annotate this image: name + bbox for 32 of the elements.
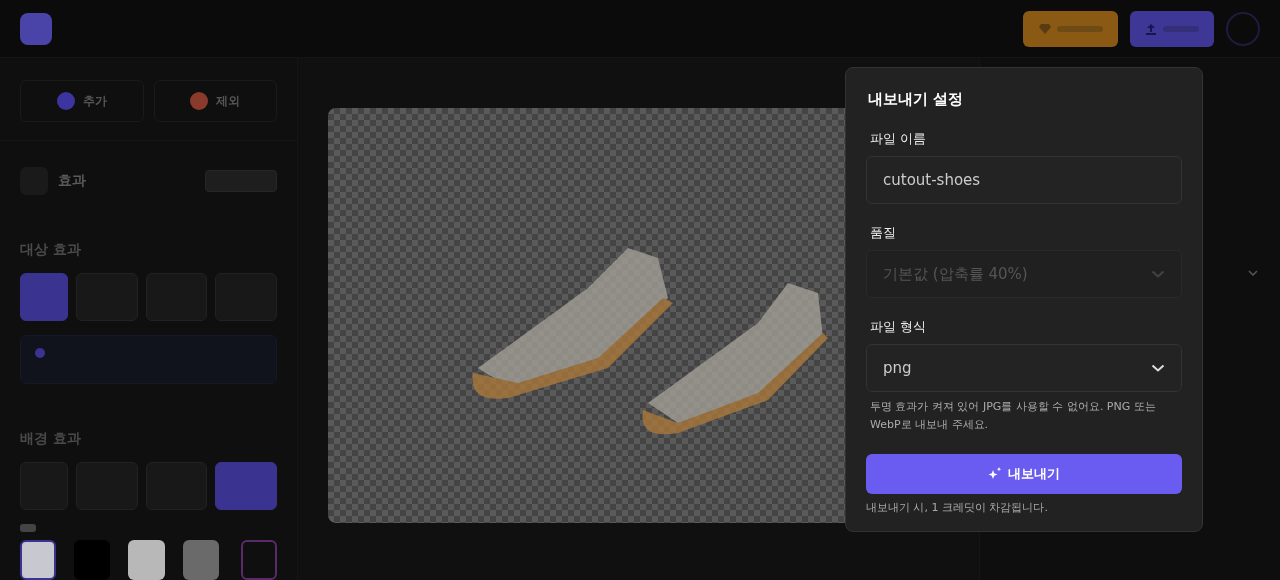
color-swatch[interactable] [182, 540, 219, 580]
circle-icon [56, 92, 75, 110]
select-field[interactable]: png [866, 344, 1182, 392]
chevron-down-icon [1151, 364, 1165, 372]
add-color-button[interactable] [240, 540, 277, 580]
avatar[interactable] [1226, 11, 1260, 46]
segment-button[interactable] [20, 272, 68, 321]
export-button[interactable]: 내보내기 [866, 454, 1182, 494]
logo-icon [20, 12, 52, 45]
checkbox[interactable] [20, 523, 36, 532]
input-field[interactable]: cutout-shoes [866, 156, 1182, 204]
section-heading: 배경 효과 [20, 429, 82, 448]
action-button[interactable]: 제외 [153, 80, 277, 122]
dialog-title: 내보내기 설정 [868, 89, 965, 110]
color-swatch[interactable] [128, 540, 165, 580]
upgrade-button[interactable] [1023, 10, 1118, 47]
field-label: 파일 형식 [870, 318, 928, 336]
color-swatch[interactable] [20, 540, 57, 580]
segment-button[interactable] [215, 461, 277, 510]
circle-icon [190, 92, 209, 110]
upload-icon [1145, 22, 1157, 35]
field-label: 품질 [870, 224, 897, 242]
export-button[interactable] [1130, 10, 1214, 47]
action-button[interactable]: 추가 [20, 80, 144, 122]
field-label: 파일 이름 [870, 130, 928, 148]
section-title: 효과 [58, 171, 87, 190]
chevron-down-icon [1248, 270, 1258, 276]
warning-text: 투명 효과가 켜져 있어 JPG를 사용할 수 없어요. PNG 또는 WebP로 내보내 주세요. [870, 399, 1157, 433]
section-heading: 대상 효과 [20, 240, 82, 259]
diamond-icon [1038, 22, 1051, 35]
chevron-down-icon [1151, 270, 1165, 278]
credit-note: 내보내기 시, 1 크레딧이 차감됩니다. [866, 500, 1049, 516]
